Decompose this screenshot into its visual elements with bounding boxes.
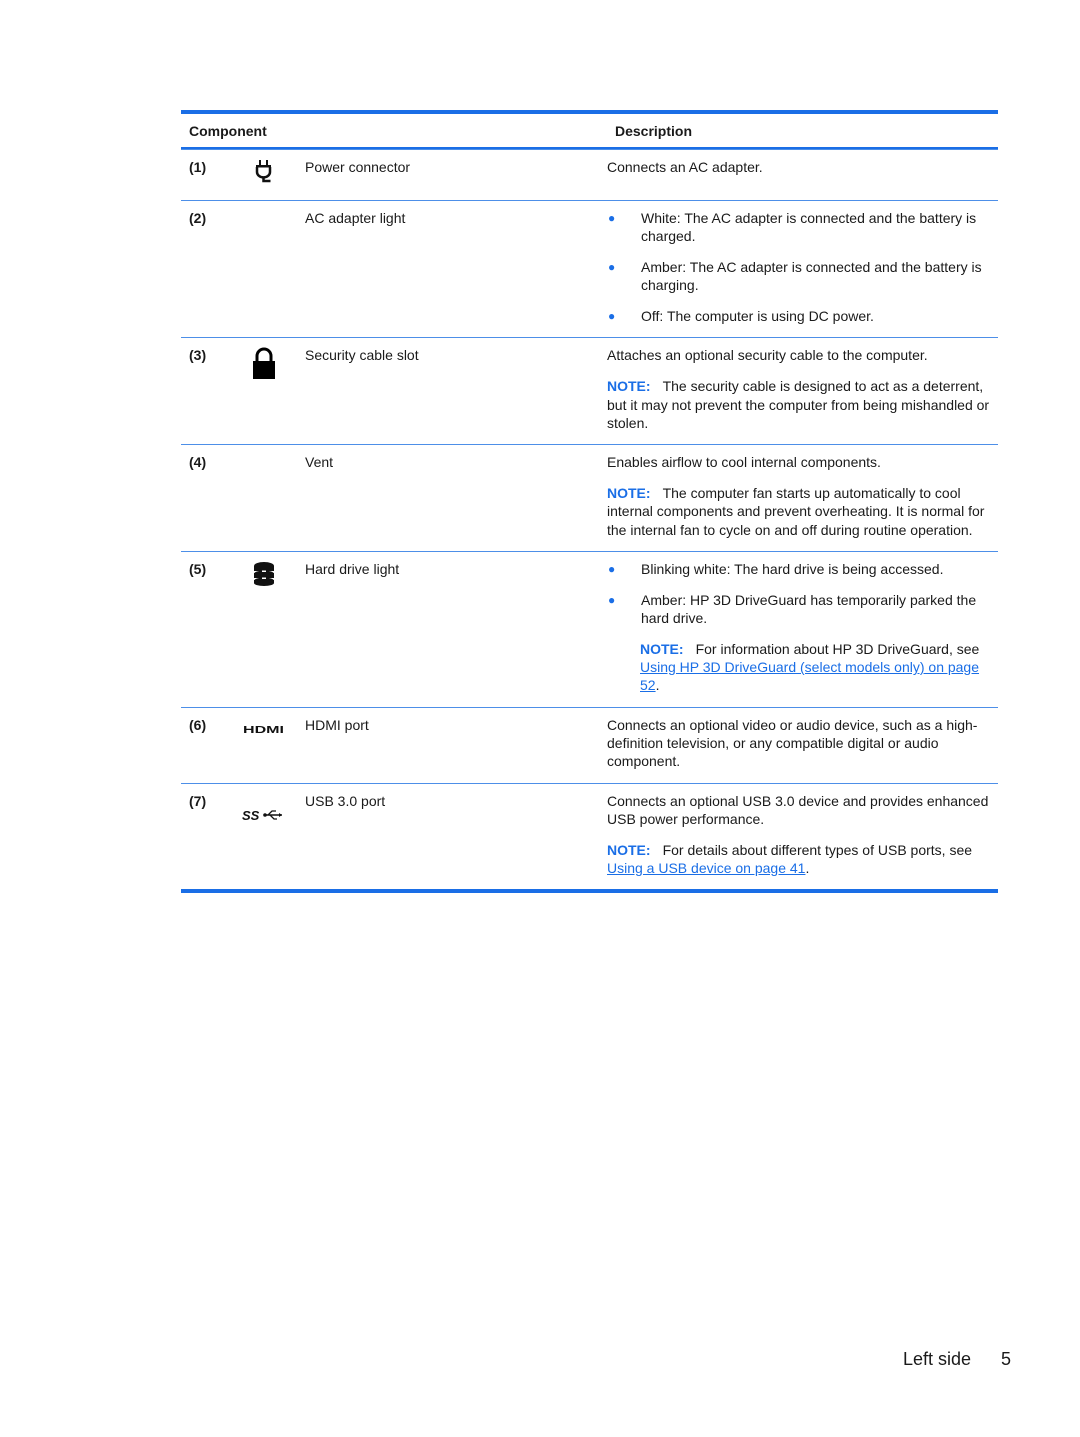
driveguard-link[interactable]: Using HP 3D DriveGuard (select models on… (640, 659, 979, 693)
description-text: Enables airflow to cool internal compone… (607, 454, 881, 471)
component-description: Attaches an optional security cable to t… (599, 338, 998, 444)
bullet-icon: ● (608, 561, 616, 576)
table-row: (6) HDMI HDMI port Connects an optional … (181, 706, 998, 783)
note: NOTE: The computer fan starts up automati… (607, 484, 985, 538)
row-number: (3) (189, 347, 207, 364)
description-text: Attaches an optional security cable to t… (607, 347, 928, 364)
note-label: NOTE: (607, 841, 651, 858)
table-row: (3) Security cable slot Attaches an opti… (181, 337, 998, 444)
bullet-item: ● Off: The computer is using DC power. (608, 308, 874, 325)
component-name: AC adapter light (305, 210, 406, 226)
section-title: Left side (903, 1349, 972, 1369)
component-name: Security cable slot (305, 347, 419, 364)
table-row: (1) Power connector Connects an AC adapt… (181, 149, 998, 200)
power-plug-icon (253, 159, 275, 200)
component-name: Power connector (305, 159, 411, 175)
table-row: (4) Vent Enables airflow to cool interna… (181, 444, 998, 551)
component-description: Connects an AC adapter. (599, 150, 998, 200)
description-text: Connects an AC adapter. (607, 159, 763, 175)
row-number: (4) (189, 454, 207, 471)
component-table: Component Description (1) Power connecto… (181, 110, 998, 894)
usb-device-link[interactable]: Using a USB device on page 41 (607, 860, 805, 876)
table-row: (7) SS USB 3.0 port Connects an optional… (181, 782, 998, 890)
table-header: Component Description (181, 114, 998, 149)
lock-icon (251, 347, 277, 444)
row-number: (2) (189, 210, 207, 226)
table-row: (5) Hard drive light ● Blinking white: Th… (181, 550, 998, 707)
page-number: 5 (1001, 1349, 1012, 1369)
description-text: Connects an optional USB 3.0 device and … (607, 792, 989, 827)
note: NOTE: For details about different types o… (607, 841, 973, 876)
component-description: Connects an optional video or audio devi… (599, 708, 998, 783)
bullet-item: ● Amber: The AC adapter is connected and … (608, 259, 982, 294)
bullet-icon: ● (608, 260, 616, 275)
component-description: Enables airflow to cool internal compone… (599, 445, 998, 551)
component-name: Vent (305, 454, 334, 471)
svg-text:SS: SS (242, 808, 260, 822)
component-name: USB 3.0 port (305, 792, 386, 809)
table-row: (2) AC adapter light ● White: The AC adap… (181, 200, 998, 337)
row-number: (7) (189, 792, 207, 809)
row-number: (6) (189, 716, 207, 733)
component-description: ● Blinking white: The hard drive is being… (599, 552, 998, 707)
note-label: NOTE: (607, 378, 651, 395)
component-description: ● White: The AC adapter is connected and … (599, 201, 998, 337)
bullet-icon: ● (608, 211, 616, 225)
component-description: Connects an optional USB 3.0 device and … (599, 784, 998, 890)
header-description: Description (615, 122, 693, 139)
note: NOTE: For information about HP 3D DriveGu… (640, 640, 980, 694)
description-text: Connects an optional video or audio devi… (607, 716, 978, 770)
svg-text:HDMI: HDMI (243, 725, 284, 734)
bullet-item: ● Blinking white: The hard drive is being… (608, 560, 944, 577)
bullet-item: ● Amber: HP 3D DriveGuard has temporarily… (608, 591, 977, 626)
bullet-icon: ● (608, 592, 616, 607)
note-label: NOTE: (640, 640, 684, 657)
header-component: Component (189, 122, 267, 139)
hard-drive-icon (252, 561, 276, 707)
component-name: HDMI port (305, 716, 369, 733)
bullet-icon: ● (608, 309, 616, 324)
row-number: (5) (189, 560, 207, 577)
usb-ss-icon: SS (242, 808, 286, 890)
row-number: (1) (189, 159, 207, 175)
component-name: Hard drive light (305, 560, 400, 577)
note-label: NOTE: (607, 484, 651, 501)
page-footer: Left side 5 (903, 1349, 1011, 1370)
bullet-item: ● White: The AC adapter is connected and … (608, 210, 977, 245)
hdmi-icon: HDMI (243, 720, 285, 783)
note: NOTE: The security cable is designed to a… (607, 378, 990, 431)
